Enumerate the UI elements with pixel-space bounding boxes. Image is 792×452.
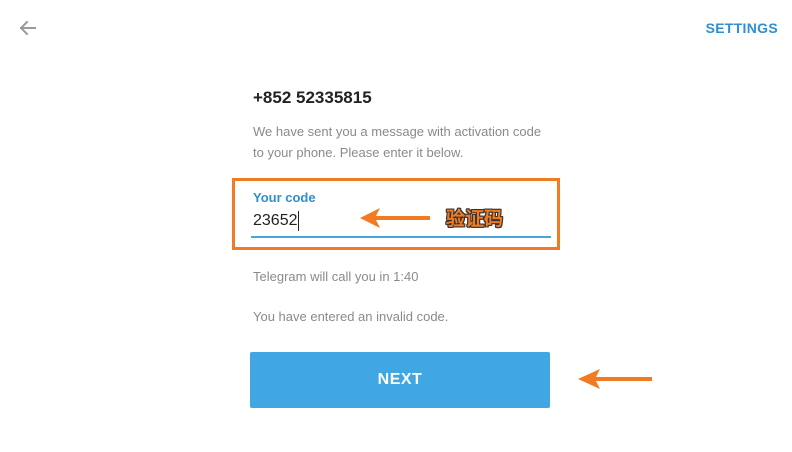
phone-number: +852 52335815 (253, 88, 372, 107)
annotation-arrow-code-icon (360, 208, 430, 228)
arrow-left-icon (19, 20, 36, 36)
settings-link[interactable]: SETTINGS (706, 20, 778, 36)
info-text: We have sent you a message with activati… (253, 124, 542, 160)
code-field-label: Your code (253, 190, 316, 205)
call-timer-text: Telegram will call you in 1:40 (253, 269, 419, 284)
back-button[interactable] (14, 14, 42, 42)
next-button[interactable]: NEXT (250, 352, 550, 408)
annotation-arrow-next-icon (578, 369, 652, 389)
annotation-label: 验证码 (446, 208, 504, 230)
error-message: You have entered an invalid code. (253, 309, 449, 324)
text-caret (298, 211, 299, 231)
login-code-screen: SETTINGS +852 52335815 We have sent you … (0, 0, 792, 452)
